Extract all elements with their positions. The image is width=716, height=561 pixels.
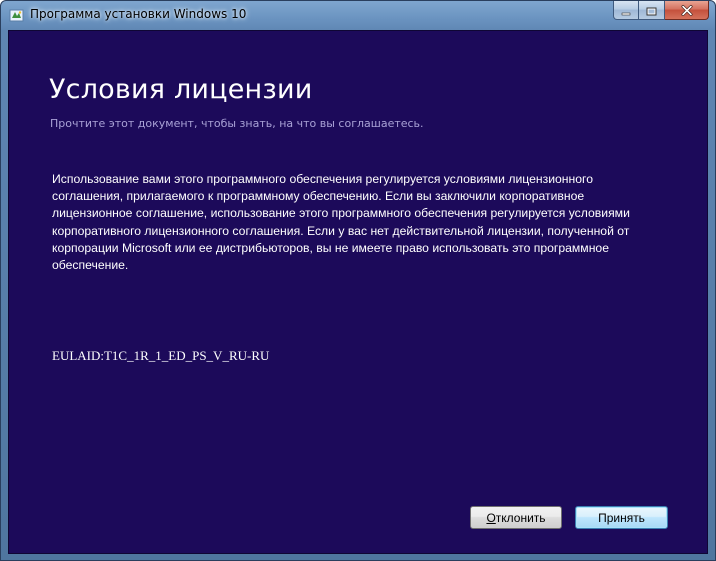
page-title: Условия лицензии — [49, 74, 313, 105]
close-icon — [681, 1, 693, 20]
setup-window: Программа установки Windows 10 Условия л… — [0, 0, 716, 561]
maximize-icon — [646, 1, 657, 20]
maximize-button[interactable] — [639, 1, 665, 20]
page-subtitle: Прочтите этот документ, чтобы знать, на … — [50, 117, 424, 130]
close-button[interactable] — [665, 1, 709, 20]
accept-button[interactable]: Принять — [575, 506, 668, 529]
minimize-icon — [621, 1, 631, 20]
license-line: обеспечение. — [52, 258, 129, 273]
decline-button[interactable]: Отклонить — [470, 506, 562, 529]
license-terms-text: Использование вами этого программного об… — [52, 171, 682, 274]
setup-content-panel: Условия лицензии Прочтите этот документ,… — [8, 30, 708, 554]
eula-id: EULAID:T1C_1R_1_ED_PS_V_RU-RU — [52, 348, 270, 363]
title-bar[interactable]: Программа установки Windows 10 — [1, 1, 715, 30]
license-line: корпоративного лицензионного соглашения.… — [52, 223, 630, 238]
license-line: корпорации Microsoft или ее дистрибьютор… — [52, 240, 609, 255]
window-title: Программа установки Windows 10 — [30, 7, 247, 21]
minimize-button[interactable] — [613, 1, 639, 20]
accept-button-label: Принять — [598, 510, 645, 525]
license-line: Использование вами этого программного об… — [52, 172, 593, 186]
decline-button-label: тклонить — [495, 510, 546, 525]
windows-setup-icon — [9, 8, 24, 23]
caption-buttons — [613, 1, 709, 20]
license-line: соглашения, прилагаемого к программному … — [52, 189, 585, 204]
license-line: лицензионное соглашение, использование э… — [52, 206, 630, 221]
decline-button-accelerator: О — [486, 510, 496, 525]
